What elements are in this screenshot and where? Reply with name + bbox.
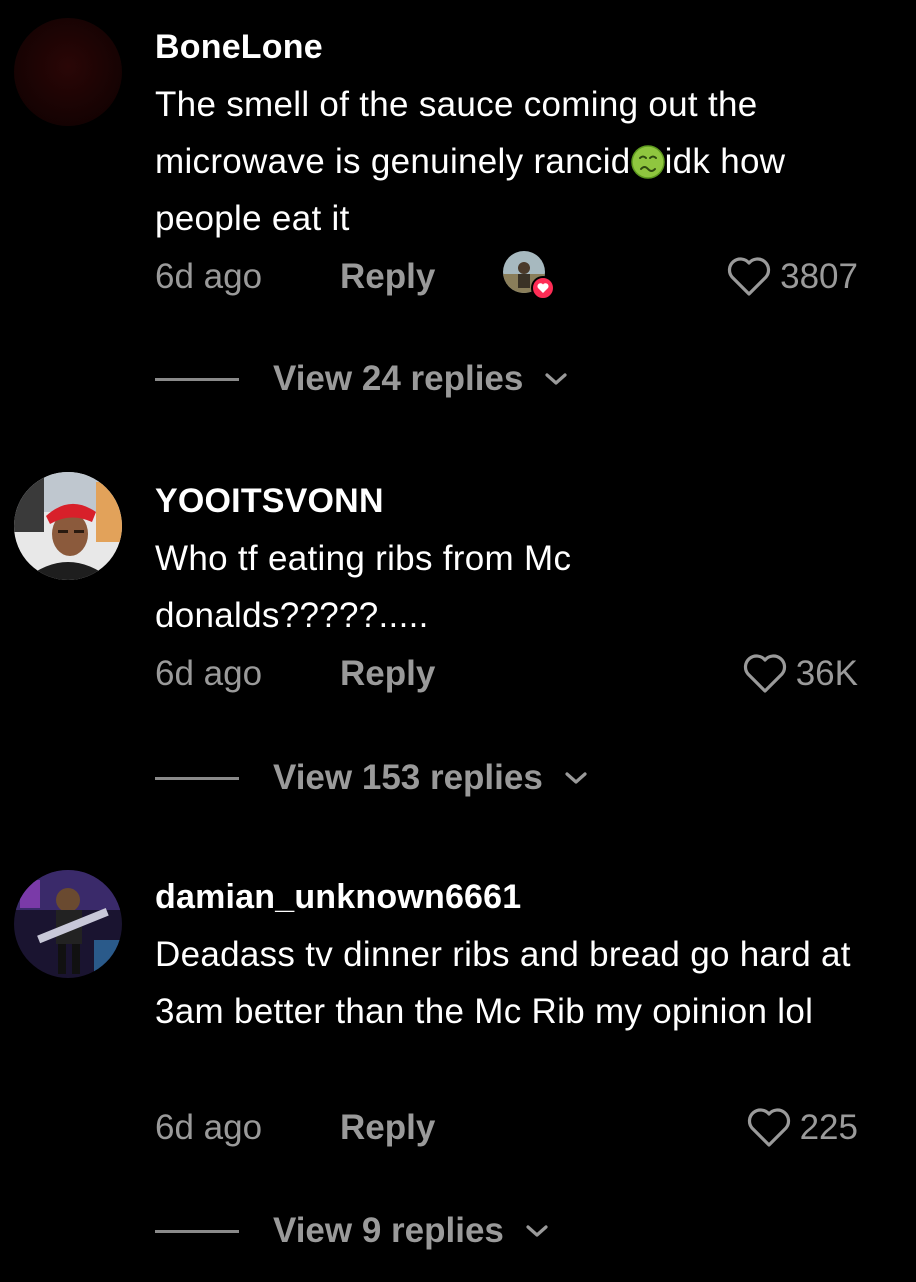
comment-time: 6d ago — [155, 654, 263, 693]
divider-line — [155, 377, 239, 381]
nauseated-face-icon — [630, 145, 665, 179]
comment-time: 6d ago — [155, 1108, 263, 1147]
avatar[interactable] — [14, 18, 122, 126]
like-button[interactable]: 3807 — [726, 252, 858, 302]
reply-button[interactable]: Reply — [340, 252, 435, 302]
view-replies-button[interactable]: View 153 replies — [155, 753, 589, 803]
divider-line — [155, 776, 239, 780]
reply-button[interactable]: Reply — [340, 649, 435, 699]
comment-username[interactable]: YOOITSVONN — [155, 482, 384, 521]
chevron-down-icon — [545, 373, 567, 385]
comment-text: The smell of the sauce coming out the mi… — [155, 76, 875, 247]
comment-meta: 6d ago Reply 225 — [0, 1103, 916, 1153]
avatar-image — [14, 870, 122, 978]
heart-outline-icon — [728, 257, 771, 296]
creator-liked-avatar — [503, 251, 555, 300]
comment-meta: 6d ago Reply 3807 — [0, 251, 916, 302]
like-count: 3807 — [780, 257, 858, 296]
view-replies-label: View 9 replies — [273, 1211, 504, 1250]
like-button[interactable]: 36K — [742, 649, 858, 699]
view-replies-button[interactable]: View 9 replies — [155, 1206, 550, 1256]
heart-outline-icon — [747, 1108, 790, 1147]
view-replies-label: View 153 replies — [273, 758, 543, 797]
comment-time: 6d ago — [155, 257, 263, 296]
avatar-image — [14, 18, 122, 126]
heart-outline-icon — [743, 654, 786, 693]
like-count: 36K — [795, 654, 858, 693]
like-count: 225 — [799, 1108, 858, 1147]
like-button[interactable]: 225 — [746, 1103, 858, 1153]
comment-text: Deadass tv dinner ribs and bread go hard… — [155, 935, 851, 1031]
avatar[interactable] — [14, 870, 122, 978]
comment-username[interactable]: damian_unknown6661 — [155, 878, 521, 917]
view-replies-button[interactable]: View 24 replies — [155, 354, 569, 404]
comment-text: Who tf eating ribs from Mc donalds?????.… — [155, 539, 572, 635]
avatar[interactable] — [14, 472, 122, 580]
chevron-down-icon — [526, 1225, 548, 1237]
view-replies-label: View 24 replies — [273, 359, 524, 398]
comment-username[interactable]: BoneLone — [155, 28, 323, 67]
chevron-down-icon — [565, 772, 587, 784]
divider-line — [155, 1229, 239, 1233]
avatar-image — [14, 472, 122, 580]
comment-meta: 6d ago Reply 36K — [0, 649, 916, 699]
reply-button[interactable]: Reply — [340, 1103, 435, 1153]
